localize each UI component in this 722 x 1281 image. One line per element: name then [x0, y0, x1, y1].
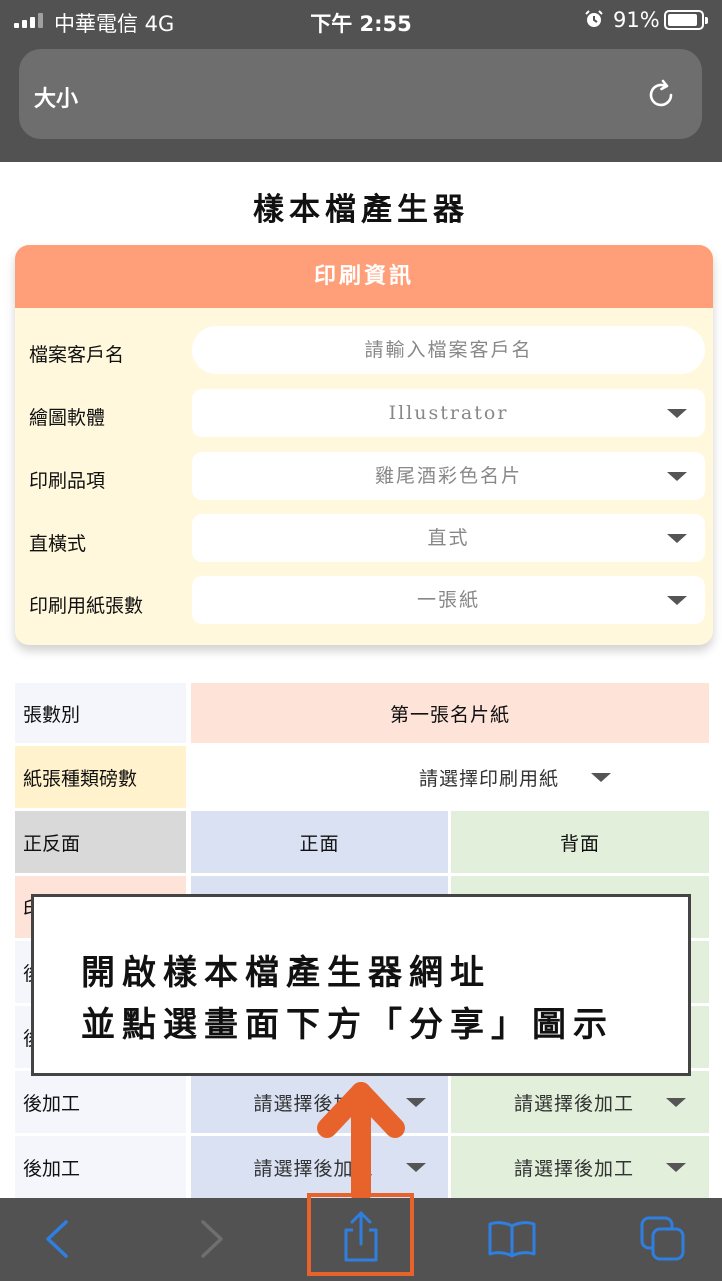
instruction-callout: 開啟樣本檔產生器網址 並點選畫面下方「分享」圖示	[31, 894, 691, 1076]
row-label-post-1: 後加工	[15, 1071, 186, 1133]
pointer-arrow-icon	[317, 1082, 405, 1200]
row-label-paper: 紙張種類磅數	[15, 746, 186, 808]
share-highlight-box	[307, 1193, 414, 1276]
print-item-select-value: 雞尾酒彩色名片	[374, 465, 522, 487]
tabs-icon[interactable]	[638, 1214, 688, 1264]
orientation-select[interactable]: 直式	[192, 514, 705, 562]
battery-fill	[668, 14, 698, 26]
chevron-down-icon	[666, 1097, 686, 1107]
label-orientation: 直橫式	[29, 533, 87, 555]
address-bar[interactable]: 大小	[19, 49, 702, 139]
sheet-count-select[interactable]: 一張紙	[192, 576, 705, 624]
software-select[interactable]: Illustrator	[192, 389, 705, 437]
label-client-name: 檔案客戶名	[29, 344, 125, 366]
battery-percent: 91%	[613, 8, 660, 32]
battery-icon	[664, 10, 708, 30]
chevron-down-icon	[666, 1162, 686, 1172]
bookmarks-icon[interactable]	[486, 1218, 538, 1260]
print-info-header: 印刷資訊	[15, 245, 713, 308]
browser-top-chrome: 中華電信 4G 下午 2:55 91% 大小	[0, 0, 722, 162]
chevron-down-icon	[667, 409, 687, 418]
label-print-item: 印刷品項	[29, 470, 106, 492]
post-back-value-2: 請選擇後加工	[513, 1157, 634, 1180]
paper-select[interactable]: 請選擇印刷用紙	[191, 746, 709, 808]
post-back-value-1: 請選擇後加工	[513, 1092, 634, 1115]
chevron-down-icon	[591, 772, 611, 782]
post-back-select-1[interactable]: 請選擇後加工	[451, 1071, 709, 1133]
row-label-sheet: 張數別	[15, 683, 186, 743]
print-item-select[interactable]: 雞尾酒彩色名片	[192, 452, 705, 500]
chevron-down-icon	[667, 472, 687, 481]
back-header: 背面	[451, 811, 709, 873]
orientation-select-value: 直式	[427, 527, 470, 549]
status-bar: 中華電信 4G 下午 2:55 91%	[0, 0, 722, 40]
forward-icon[interactable]	[195, 1218, 229, 1260]
chevron-down-icon	[667, 596, 687, 605]
paper-select-value: 請選擇印刷用紙	[418, 767, 559, 790]
callout-line-2: 並點選畫面下方「分享」圖示	[81, 1005, 614, 1045]
sheet-count-select-value: 一張紙	[416, 589, 480, 611]
back-icon[interactable]	[40, 1218, 74, 1260]
sheet-name: 第一張名片紙	[191, 683, 709, 743]
front-header: 正面	[191, 811, 448, 873]
chevron-down-icon	[667, 534, 687, 543]
chevron-down-icon	[405, 1097, 426, 1107]
callout-line-1: 開啟樣本檔產生器網址	[81, 953, 491, 993]
software-select-value: Illustrator	[388, 402, 509, 424]
label-software: 繪圖軟體	[29, 407, 106, 429]
chevron-down-icon	[405, 1162, 426, 1172]
label-sheet-count: 印刷用紙張數	[29, 595, 144, 617]
alarm-icon	[584, 9, 604, 34]
reload-icon[interactable]	[643, 77, 679, 113]
row-label-post-2: 後加工	[15, 1136, 186, 1198]
address-text[interactable]: 大小	[34, 81, 78, 113]
row-label-side: 正反面	[15, 811, 186, 873]
post-back-select-2[interactable]: 請選擇後加工	[451, 1136, 709, 1198]
print-info-card: 印刷資訊 檔案客戶名 請輸入檔案客戶名 繪圖軟體 Illustrator 印刷品…	[15, 245, 713, 645]
page-title: 樣本檔產生器	[253, 192, 469, 228]
client-name-input[interactable]: 請輸入檔案客戶名	[192, 326, 705, 374]
